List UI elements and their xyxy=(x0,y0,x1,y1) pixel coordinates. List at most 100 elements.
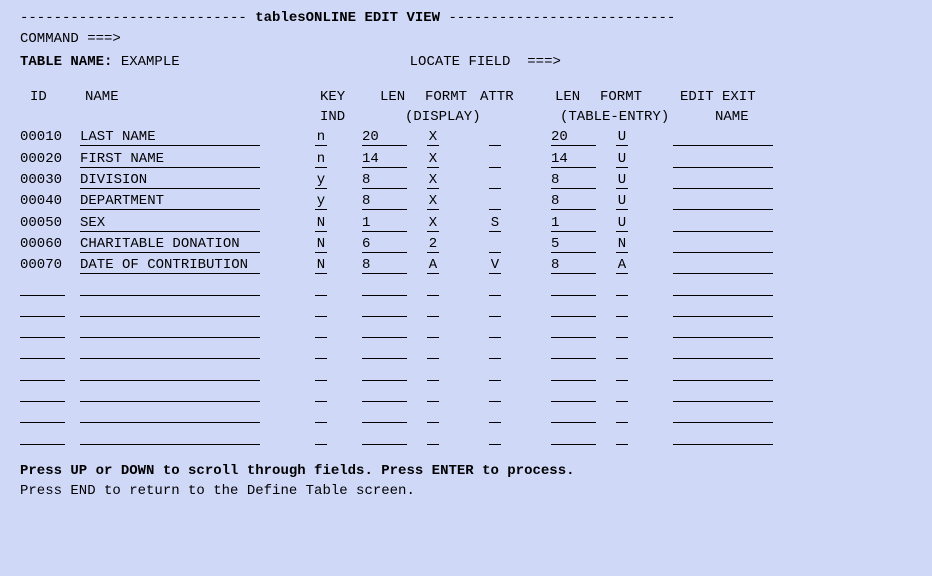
row-key-input[interactable] xyxy=(315,342,327,359)
row-fmt2-input[interactable] xyxy=(616,406,628,423)
row-len2-input[interactable] xyxy=(551,279,596,296)
row-len-input[interactable] xyxy=(362,406,407,423)
row-key-input[interactable] xyxy=(315,385,327,402)
row-id-input[interactable] xyxy=(20,364,65,381)
row-len-input[interactable] xyxy=(362,279,407,296)
row-fmt-input[interactable] xyxy=(427,193,439,210)
row-name-input[interactable] xyxy=(80,321,260,338)
row-attr-input[interactable] xyxy=(489,193,501,210)
row-attr-input[interactable] xyxy=(489,215,501,232)
row-id-input[interactable] xyxy=(20,321,65,338)
row-len2-input[interactable] xyxy=(551,428,596,445)
row-fmt2-input[interactable] xyxy=(616,193,628,210)
locate-field-input[interactable] xyxy=(569,51,773,73)
row-key-input[interactable] xyxy=(315,236,327,253)
row-len-input[interactable] xyxy=(362,257,407,274)
row-fmt-input[interactable] xyxy=(427,236,439,253)
row-id-input[interactable] xyxy=(20,279,65,296)
row-fmt-input[interactable] xyxy=(427,172,439,189)
row-key-input[interactable] xyxy=(315,279,327,296)
row-len2-input[interactable] xyxy=(551,300,596,317)
row-key-input[interactable] xyxy=(315,257,327,274)
row-name-input[interactable] xyxy=(80,193,260,210)
row-len-input[interactable] xyxy=(362,385,407,402)
row-len2-input[interactable] xyxy=(551,151,596,168)
row-name-input[interactable] xyxy=(80,406,260,423)
row-attr-input[interactable] xyxy=(489,385,501,402)
row-exit-input[interactable] xyxy=(673,236,773,253)
row-len2-input[interactable] xyxy=(551,342,596,359)
row-exit-input[interactable] xyxy=(673,342,773,359)
row-fmt-input[interactable] xyxy=(427,321,439,338)
row-attr-input[interactable] xyxy=(489,151,501,168)
row-key-input[interactable] xyxy=(315,428,327,445)
row-len2-input[interactable] xyxy=(551,321,596,338)
row-fmt2-input[interactable] xyxy=(616,279,628,296)
row-attr-input[interactable] xyxy=(489,406,501,423)
row-fmt2-input[interactable] xyxy=(616,342,628,359)
row-exit-input[interactable] xyxy=(673,129,773,146)
row-exit-input[interactable] xyxy=(673,428,773,445)
row-len-input[interactable] xyxy=(362,364,407,381)
row-fmt2-input[interactable] xyxy=(616,172,628,189)
row-fmt2-input[interactable] xyxy=(616,215,628,232)
row-fmt2-input[interactable] xyxy=(616,321,628,338)
row-len-input[interactable] xyxy=(362,428,407,445)
row-name-input[interactable] xyxy=(80,385,260,402)
row-id-input[interactable] xyxy=(20,300,65,317)
row-fmt-input[interactable] xyxy=(427,364,439,381)
row-fmt-input[interactable] xyxy=(427,406,439,423)
row-attr-input[interactable] xyxy=(489,236,501,253)
row-exit-input[interactable] xyxy=(673,406,773,423)
row-fmt-input[interactable] xyxy=(427,215,439,232)
row-name-input[interactable] xyxy=(80,364,260,381)
row-fmt2-input[interactable] xyxy=(616,300,628,317)
row-len-input[interactable] xyxy=(362,193,407,210)
row-key-input[interactable] xyxy=(315,215,327,232)
row-key-input[interactable] xyxy=(315,406,327,423)
row-fmt-input[interactable] xyxy=(427,300,439,317)
row-name-input[interactable] xyxy=(80,236,260,253)
row-fmt-input[interactable] xyxy=(427,129,439,146)
row-len-input[interactable] xyxy=(362,321,407,338)
row-name-input[interactable] xyxy=(80,428,260,445)
row-name-input[interactable] xyxy=(80,172,260,189)
row-attr-input[interactable] xyxy=(489,172,501,189)
row-exit-input[interactable] xyxy=(673,257,773,274)
row-exit-input[interactable] xyxy=(673,151,773,168)
row-exit-input[interactable] xyxy=(673,279,773,296)
row-id-input[interactable] xyxy=(20,406,65,423)
row-len-input[interactable] xyxy=(362,151,407,168)
row-attr-input[interactable] xyxy=(489,428,501,445)
row-len2-input[interactable] xyxy=(551,385,596,402)
command-input[interactable] xyxy=(129,28,433,50)
row-len2-input[interactable] xyxy=(551,236,596,253)
row-fmt-input[interactable] xyxy=(427,279,439,296)
row-len2-input[interactable] xyxy=(551,364,596,381)
row-fmt2-input[interactable] xyxy=(616,236,628,253)
row-exit-input[interactable] xyxy=(673,172,773,189)
row-name-input[interactable] xyxy=(80,300,260,317)
row-exit-input[interactable] xyxy=(673,193,773,210)
row-key-input[interactable] xyxy=(315,151,327,168)
row-fmt2-input[interactable] xyxy=(616,385,628,402)
row-attr-input[interactable] xyxy=(489,129,501,146)
row-exit-input[interactable] xyxy=(673,300,773,317)
row-key-input[interactable] xyxy=(315,172,327,189)
row-fmt-input[interactable] xyxy=(427,342,439,359)
row-fmt-input[interactable] xyxy=(427,385,439,402)
row-fmt2-input[interactable] xyxy=(616,151,628,168)
row-name-input[interactable] xyxy=(80,257,260,274)
row-fmt2-input[interactable] xyxy=(616,364,628,381)
row-key-input[interactable] xyxy=(315,364,327,381)
row-len2-input[interactable] xyxy=(551,129,596,146)
row-attr-input[interactable] xyxy=(489,279,501,296)
row-len-input[interactable] xyxy=(362,236,407,253)
row-len-input[interactable] xyxy=(362,215,407,232)
row-exit-input[interactable] xyxy=(673,385,773,402)
row-exit-input[interactable] xyxy=(673,321,773,338)
row-exit-input[interactable] xyxy=(673,215,773,232)
row-len2-input[interactable] xyxy=(551,172,596,189)
row-fmt2-input[interactable] xyxy=(616,428,628,445)
row-fmt-input[interactable] xyxy=(427,257,439,274)
